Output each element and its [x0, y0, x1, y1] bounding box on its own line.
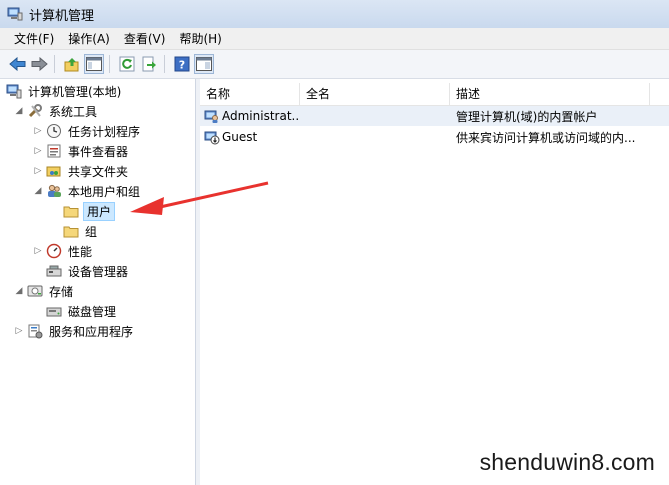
menu-help[interactable]: 帮助(H)	[172, 29, 228, 49]
list-item[interactable]: Guest 供来宾访问计算机或访问域的内...	[200, 127, 669, 147]
tree-label: 组	[85, 224, 98, 239]
tree-item-shared-folders[interactable]: ▷ 共享文件夹	[33, 161, 130, 181]
tree-item-event-viewer[interactable]: ▷ 事件查看器	[33, 141, 130, 161]
tree-label: 任务计划程序	[68, 124, 141, 139]
tree-label: 本地用户和组	[68, 184, 141, 199]
collapse-arrow-icon[interactable]: ◢	[33, 186, 43, 196]
disk-icon	[46, 303, 62, 319]
tree-item-local-users-groups[interactable]: ◢ 本地用户和组	[33, 181, 142, 201]
column-header-full-name[interactable]: 全名	[300, 83, 450, 105]
toolbar: ?	[0, 50, 669, 79]
expand-arrow-icon[interactable]: ▷	[33, 146, 43, 156]
tree-label: 服务和应用程序	[49, 324, 134, 339]
tree-label: 事件查看器	[68, 144, 129, 159]
tree-item-services-apps[interactable]: ▷ 服务和应用程序	[14, 321, 135, 341]
tree-label: 系统工具	[49, 104, 98, 119]
column-header-description[interactable]: 描述	[450, 83, 650, 105]
title-bar: 计算机管理	[0, 0, 669, 28]
device-manager-icon	[46, 263, 62, 279]
user-name: Administrat...	[222, 109, 300, 123]
expand-arrow-icon[interactable]: ▷	[33, 126, 43, 136]
collapse-arrow-icon[interactable]: ◢	[14, 286, 24, 296]
expand-arrow-icon[interactable]: ▷	[14, 326, 24, 336]
users-group-icon	[46, 183, 62, 199]
menu-file[interactable]: 文件(F)	[7, 29, 61, 49]
folder-icon	[63, 203, 79, 219]
refresh-icon[interactable]	[118, 55, 136, 73]
tree-item-groups[interactable]: 组	[63, 221, 99, 241]
menu-view[interactable]: 查看(V)	[117, 29, 173, 49]
tools-icon	[27, 103, 43, 119]
user-name: Guest	[222, 130, 258, 144]
tree-label: 存储	[49, 284, 74, 299]
action-pane-icon[interactable]	[194, 54, 214, 74]
user-account-icon	[204, 108, 220, 124]
list-header: 名称 全名 描述	[200, 83, 669, 106]
tree-label: 磁盘管理	[68, 304, 117, 319]
users-list-view: 名称 全名 描述 Administrat... 管理计算机(域)的内置帐户 Gu…	[200, 79, 669, 485]
tree-label: 性能	[68, 244, 93, 259]
toolbar-separator	[164, 55, 165, 73]
tree-item-device-manager[interactable]: 设备管理器	[46, 261, 130, 281]
toolbar-separator	[54, 55, 55, 73]
tree-label: 计算机管理(本地)	[28, 84, 122, 99]
clock-icon	[46, 123, 62, 139]
storage-icon	[27, 283, 43, 299]
tree-label: 用户	[83, 201, 116, 221]
event-viewer-icon	[46, 143, 62, 159]
toolbar-separator	[109, 55, 110, 73]
tree-item-storage[interactable]: ◢ 存储	[14, 281, 75, 301]
menu-bar: 文件(F) 操作(A) 查看(V) 帮助(H)	[0, 28, 669, 50]
back-arrow-icon[interactable]	[8, 55, 26, 73]
user-description: 供来宾访问计算机或访问域的内...	[456, 130, 636, 145]
tree-item-disk-management[interactable]: 磁盘管理	[46, 301, 118, 321]
tree-item-task-scheduler[interactable]: ▷ 任务计划程序	[33, 121, 142, 141]
tree-item-performance[interactable]: ▷ 性能	[33, 241, 94, 261]
forward-arrow-icon[interactable]	[30, 55, 48, 73]
watermark: shenduwin8.com	[479, 449, 655, 475]
disabled-user-icon	[204, 129, 220, 145]
navigation-tree: 计算机管理(本地) ◢ 系统工具 ▷ 任务计划程序 ▷ 事件查看器 ▷ 共享文件…	[0, 79, 196, 485]
shared-folder-icon	[46, 163, 62, 179]
tree-item-computer-management[interactable]: 计算机管理(本地)	[6, 81, 123, 101]
folder-icon	[63, 223, 79, 239]
tree-label: 设备管理器	[68, 264, 129, 279]
up-folder-icon[interactable]	[63, 55, 81, 73]
tree-item-users[interactable]: 用户	[63, 201, 116, 221]
performance-icon	[46, 243, 62, 259]
show-hide-tree-icon[interactable]	[84, 54, 104, 74]
computer-management-icon	[7, 7, 23, 21]
column-header-name[interactable]: 名称	[200, 83, 300, 105]
services-icon	[27, 323, 43, 339]
computer-management-icon	[6, 83, 22, 99]
help-icon[interactable]: ?	[173, 55, 191, 73]
expand-arrow-icon[interactable]: ▷	[33, 246, 43, 256]
list-item[interactable]: Administrat... 管理计算机(域)的内置帐户	[200, 106, 669, 126]
collapse-arrow-icon[interactable]: ◢	[14, 106, 24, 116]
user-description: 管理计算机(域)的内置帐户	[456, 109, 598, 124]
tree-label: 共享文件夹	[68, 164, 129, 179]
expand-arrow-icon[interactable]: ▷	[33, 166, 43, 176]
export-icon[interactable]	[140, 55, 158, 73]
tree-item-system-tools[interactable]: ◢ 系统工具	[14, 101, 99, 121]
svg-text:?: ?	[179, 59, 185, 72]
menu-action[interactable]: 操作(A)	[61, 29, 117, 49]
window-title: 计算机管理	[29, 8, 95, 24]
